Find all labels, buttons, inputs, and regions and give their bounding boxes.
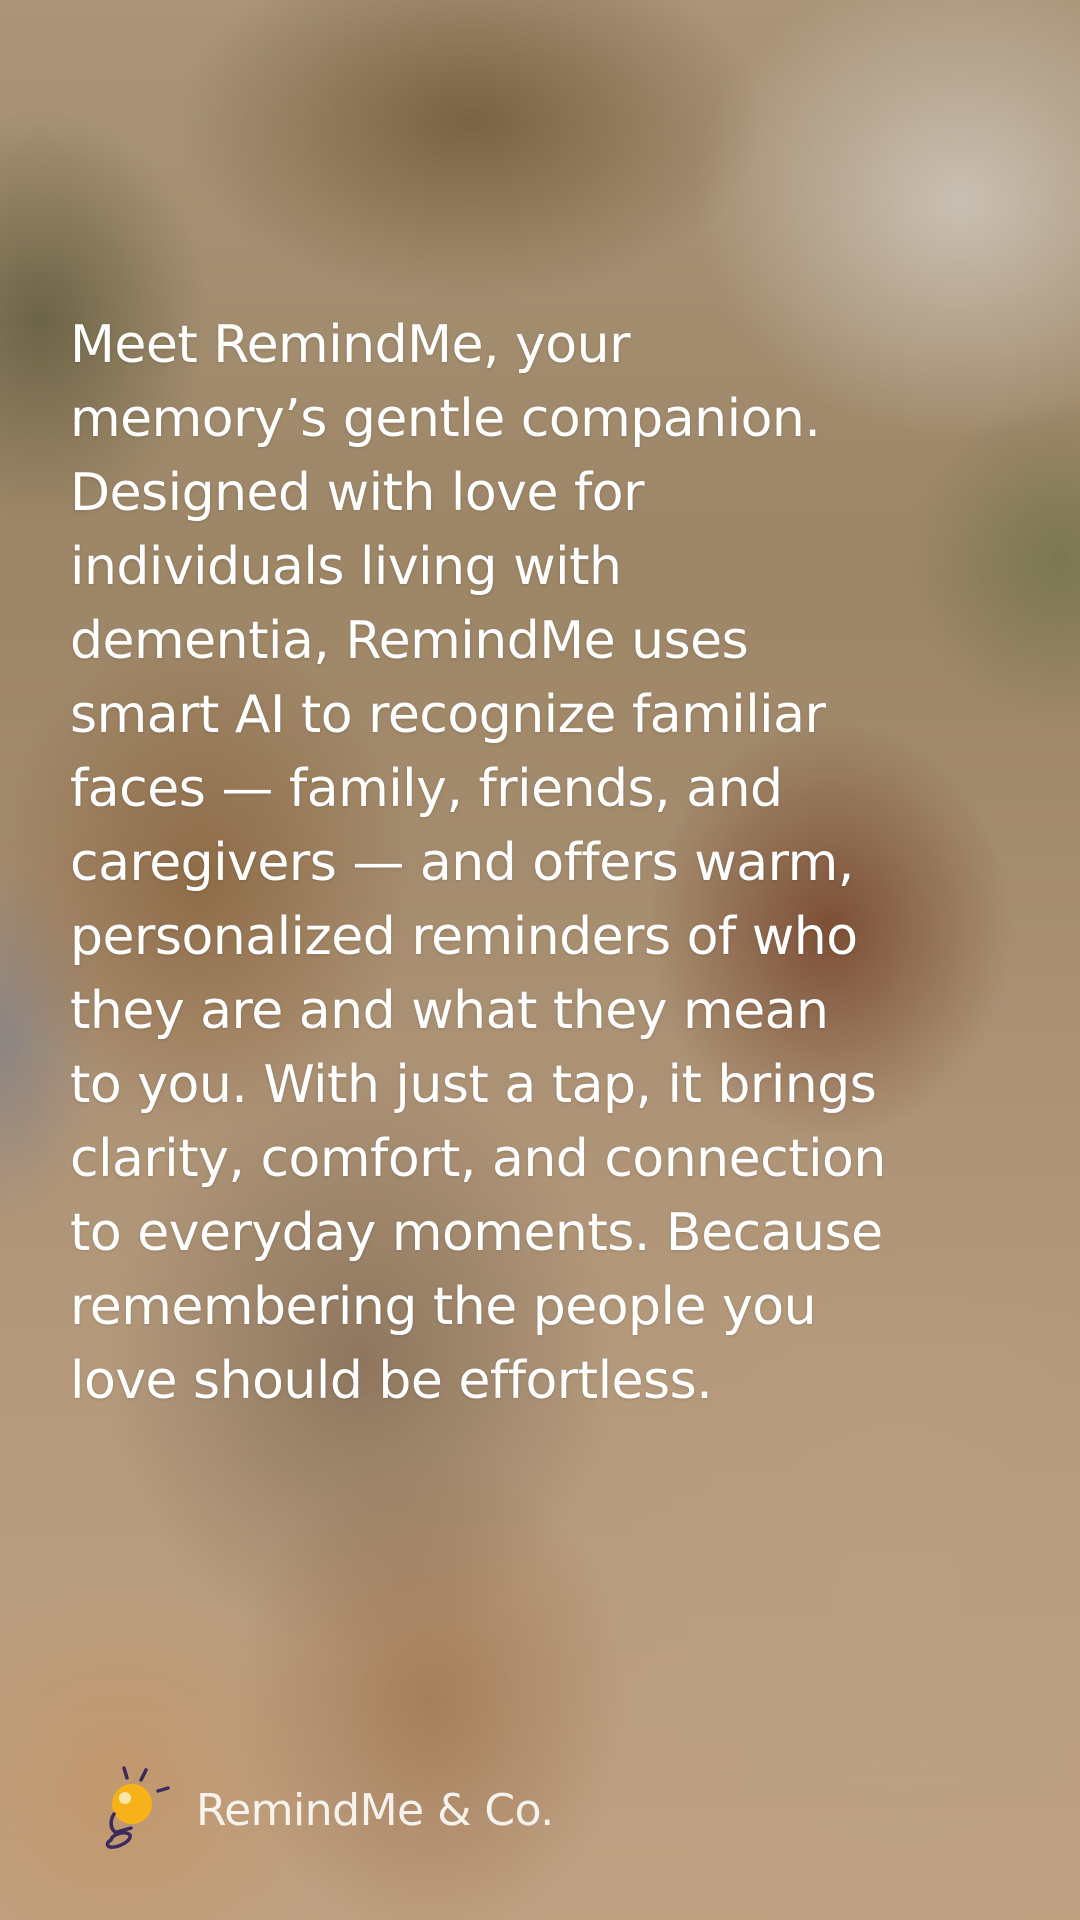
brand-name: RemindMe & Co. <box>196 1784 554 1836</box>
story-text: Meet RemindMe, your memory’s gentle comp… <box>70 315 886 1411</box>
lightbulb-icon <box>105 1766 170 1849</box>
brand-footer: RemindMe & Co. <box>96 1760 554 1860</box>
